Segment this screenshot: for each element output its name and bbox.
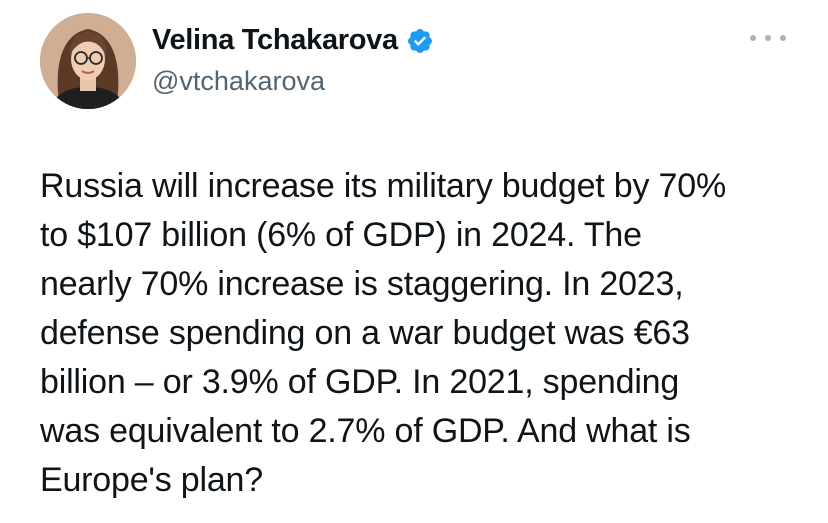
tweet-text: Russia will increase its military budget… bbox=[40, 167, 726, 499]
avatar-photo bbox=[40, 13, 136, 109]
author-name[interactable]: Velina Tchakarova bbox=[152, 24, 398, 57]
author-name-row[interactable]: Velina Tchakarova bbox=[152, 24, 434, 57]
tweet-card: Velina Tchakarova @vtchakarova Russia wi… bbox=[0, 0, 828, 523]
verified-badge-icon bbox=[407, 28, 432, 53]
avatar[interactable] bbox=[40, 13, 136, 109]
more-options-icon[interactable] bbox=[750, 28, 786, 48]
author-handle[interactable]: @vtchakarova bbox=[152, 66, 325, 97]
